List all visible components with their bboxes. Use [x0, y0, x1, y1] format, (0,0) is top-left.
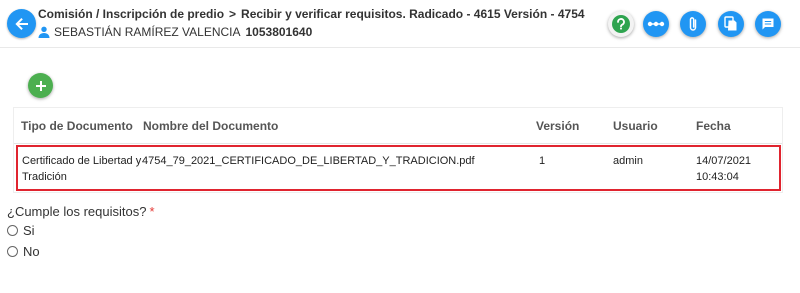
breadcrumb-process: Comisión / Inscripción de predio	[38, 7, 225, 21]
radio-si-label: Si	[23, 223, 35, 238]
comments-icon	[762, 18, 774, 30]
cell-fecha: 14/07/2021 10:43:04	[696, 155, 752, 183]
cell-version: 1	[539, 155, 546, 167]
requirements-question: ¿Cumple los requisitos? *	[7, 204, 155, 219]
user-name: SEBASTIÁN RAMÍREZ VALENCIA	[54, 25, 241, 39]
radio-no[interactable]	[7, 246, 18, 257]
column-header-usuario: Usuario	[613, 119, 658, 133]
plus-icon	[35, 80, 46, 91]
column-header-nombre: Nombre del Documento	[143, 119, 279, 133]
user-info: SEBASTIÁN RAMÍREZ VALENCIA 1053801640	[38, 25, 312, 39]
help-icon	[612, 15, 630, 33]
question-label: ¿Cumple los requisitos?	[7, 204, 147, 219]
column-header-fecha: Fecha	[696, 119, 731, 133]
table-header: Tipo de Documento Nombre del Documento V…	[14, 108, 782, 144]
radio-option-si[interactable]: Si	[7, 223, 35, 238]
help-button[interactable]	[608, 11, 634, 37]
breadcrumb-separator: >	[229, 7, 237, 21]
back-button[interactable]	[7, 9, 36, 38]
more-options-button[interactable]	[643, 11, 669, 37]
attach-icon	[689, 17, 697, 31]
radio-no-label: No	[23, 244, 40, 259]
comments-button[interactable]	[755, 11, 781, 37]
back-arrow-icon	[14, 17, 28, 30]
breadcrumb-task: Recibir y verificar requisitos. Radicado…	[241, 7, 585, 21]
column-header-version: Versión	[536, 119, 580, 133]
more-dots-icon	[647, 21, 665, 27]
required-mark: *	[149, 204, 155, 219]
documents-table: Tipo de Documento Nombre del Documento V…	[13, 107, 783, 193]
cell-tipo: Certificado de Libertad y Tradición	[22, 155, 142, 183]
add-document-button[interactable]	[28, 73, 53, 98]
radio-si[interactable]	[7, 225, 18, 236]
cell-usuario: admin	[613, 155, 643, 167]
radio-option-no[interactable]: No	[7, 244, 40, 259]
copy-document-button[interactable]	[718, 11, 744, 37]
attach-button[interactable]	[680, 11, 706, 37]
person-icon	[38, 26, 50, 38]
column-header-tipo: Tipo de Documento	[21, 119, 133, 133]
table-row[interactable]: Certificado de Libertad y Tradición 4754…	[16, 145, 781, 191]
user-id: 1053801640	[245, 25, 313, 39]
breadcrumb: Comisión / Inscripción de predio > Recibir…	[38, 7, 585, 21]
cell-nombre: 4754_79_2021_CERTIFICADO_DE_LIBERTAD_Y_T…	[142, 155, 475, 167]
header-bar: Comisión / Inscripción de predio > Recibir…	[0, 0, 800, 48]
copy-document-icon	[724, 16, 737, 31]
